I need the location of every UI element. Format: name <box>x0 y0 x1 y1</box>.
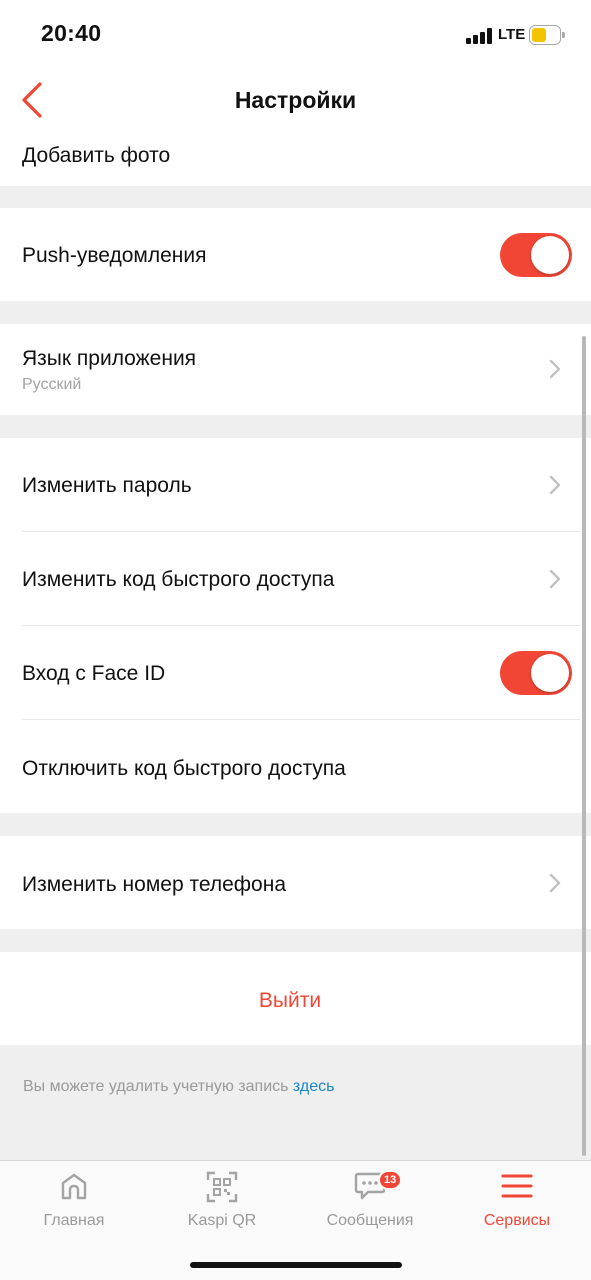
push-notifications-row: Push-уведомления <box>0 208 580 301</box>
section-gap <box>0 415 591 438</box>
face-id-label: Вход с Face ID <box>22 662 166 685</box>
app-language-row[interactable]: Язык приложения Русский <box>0 324 580 415</box>
change-phone-label: Изменить номер телефона <box>22 873 286 896</box>
face-id-toggle[interactable] <box>500 651 572 695</box>
disable-quick-code-row[interactable]: Отключить код быстрого доступа <box>0 720 580 813</box>
chevron-right-icon <box>549 475 561 495</box>
push-notifications-label: Push-уведомления <box>22 244 207 267</box>
tab-services[interactable]: Сервисы <box>443 1161 591 1241</box>
section-gap <box>0 929 591 952</box>
tab-kaspi-qr[interactable]: Kaspi QR <box>148 1161 296 1241</box>
tab-messages[interactable]: 13 Сообщения <box>296 1161 444 1241</box>
change-password-row[interactable]: Изменить пароль <box>0 438 580 531</box>
section-gap <box>0 813 591 836</box>
change-quick-code-label: Изменить код быстрого доступа <box>22 568 335 591</box>
home-indicator <box>190 1262 402 1268</box>
push-notifications-toggle[interactable] <box>500 233 572 277</box>
section-gap <box>0 186 591 208</box>
logout-button[interactable]: Выйти <box>0 989 580 1013</box>
add-photo-row[interactable]: Добавить фото <box>0 132 580 186</box>
change-password-label: Изменить пароль <box>22 474 192 497</box>
section-gap <box>0 301 591 324</box>
chevron-right-icon <box>549 873 561 893</box>
app-language-value: Русский <box>22 376 82 393</box>
status-bar: 20:40 LTE <box>0 0 591 70</box>
change-phone-row[interactable]: Изменить номер телефона <box>0 836 580 929</box>
qr-code-icon <box>206 1171 238 1203</box>
app-language-label: Язык приложения <box>22 347 197 370</box>
network-type: LTE <box>498 26 526 43</box>
logout-row: Выйти <box>0 952 580 1045</box>
tab-home[interactable]: Главная <box>0 1161 148 1241</box>
page-title: Настройки <box>234 87 357 113</box>
add-photo-label: Добавить фото <box>22 144 171 167</box>
status-time: 20:40 <box>41 20 102 46</box>
chevron-right-icon <box>549 569 561 589</box>
tab-services-label: Сервисы <box>483 1212 551 1229</box>
delete-account-text: Вы можете удалить учетную запись <box>23 1078 289 1095</box>
scrollbar[interactable] <box>582 336 586 1156</box>
signal-icon <box>466 28 493 44</box>
tab-home-label: Главная <box>43 1212 105 1229</box>
tab-messages-label: Сообщения <box>326 1212 414 1229</box>
home-icon <box>61 1173 87 1200</box>
chevron-right-icon <box>549 359 561 379</box>
delete-account-note: Вы можете удалить учетную запись здесь <box>23 1078 334 1096</box>
nav-header: Настройки <box>0 70 591 132</box>
messages-badge: 13 <box>378 1170 403 1190</box>
disable-quick-code-label: Отключить код быстрого доступа <box>22 757 346 780</box>
tab-kaspi-qr-label: Kaspi QR <box>187 1212 257 1229</box>
menu-icon <box>501 1174 533 1198</box>
footer-area <box>0 1045 591 1160</box>
delete-account-link[interactable]: здесь <box>293 1078 335 1095</box>
face-id-row: Вход с Face ID <box>0 626 580 719</box>
battery-icon <box>529 25 565 45</box>
change-quick-code-row[interactable]: Изменить код быстрого доступа <box>0 532 580 625</box>
